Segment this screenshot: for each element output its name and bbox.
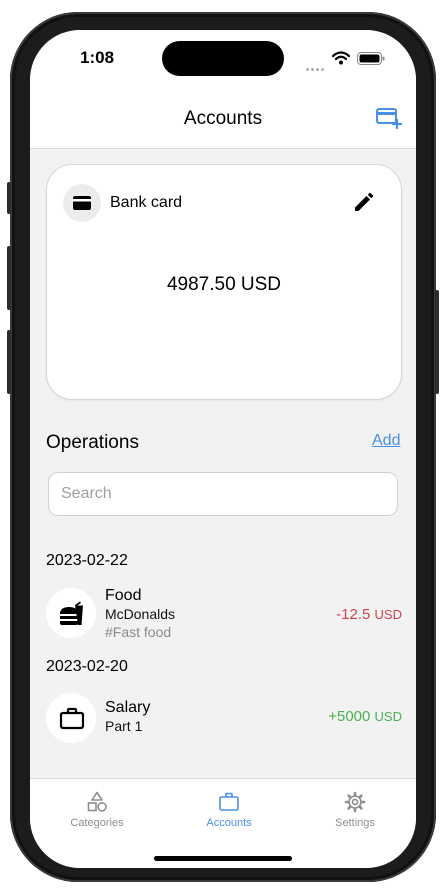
operation-row[interactable]: Food McDonalds #Fast food -12.5 USD xyxy=(46,586,402,642)
power-button xyxy=(435,290,439,394)
gear-icon xyxy=(344,791,366,813)
operation-amount: +5000 USD xyxy=(328,708,402,725)
dynamic-island xyxy=(162,41,284,76)
amount-value: +5000 xyxy=(328,708,371,725)
tab-settings[interactable]: Settings xyxy=(295,791,415,829)
operation-description: McDonalds xyxy=(105,606,176,622)
amount-value: -12.5 xyxy=(336,606,371,623)
operation-date: 2023-02-20 xyxy=(46,658,128,675)
card-plus-icon[interactable] xyxy=(376,107,402,129)
account-name: Bank card xyxy=(110,194,183,211)
battery-icon xyxy=(357,52,385,65)
account-balance: 4987.50 USD xyxy=(166,274,282,295)
operation-icon-wrap xyxy=(46,588,96,638)
operation-amount: -12.5 USD xyxy=(336,606,402,623)
tab-label: Categories xyxy=(70,817,124,829)
fastfood-icon xyxy=(60,601,83,625)
volume-down-button xyxy=(7,330,11,394)
tab-label: Accounts xyxy=(206,817,252,829)
wifi-icon xyxy=(332,51,350,65)
tab-bar: Categories Accounts Settings xyxy=(30,778,416,868)
credit-card-icon xyxy=(73,196,91,210)
operation-description: Part 1 xyxy=(105,718,143,734)
operation-category: Salary xyxy=(105,699,151,716)
briefcase-icon xyxy=(219,792,239,811)
operation-icon-wrap xyxy=(46,693,96,743)
page-title: Accounts xyxy=(183,108,263,129)
operation-row[interactable]: Salary Part 1 +5000 USD xyxy=(46,691,402,747)
screen: 1:08 Accounts Bank card 4987.50 USD Oper… xyxy=(30,30,416,868)
volume-up-button xyxy=(7,246,11,310)
add-operation-link[interactable]: Add xyxy=(372,432,400,450)
shapes-icon xyxy=(87,791,107,812)
search-input[interactable] xyxy=(48,472,398,516)
status-time: 1:08 xyxy=(80,48,115,67)
mute-switch xyxy=(7,182,11,214)
amount-currency: USD xyxy=(374,607,402,622)
navigation-bar: Accounts xyxy=(30,90,416,149)
amount-currency: USD xyxy=(374,709,402,724)
signal-dots-icon xyxy=(306,58,326,71)
tab-accounts[interactable]: Accounts xyxy=(169,791,289,829)
home-indicator[interactable] xyxy=(154,856,292,861)
account-card[interactable]: Bank card 4987.50 USD xyxy=(46,164,402,400)
briefcase-icon xyxy=(59,707,85,730)
tab-label: Settings xyxy=(335,817,375,829)
pencil-icon[interactable] xyxy=(352,192,374,214)
operation-category: Food xyxy=(105,587,142,604)
operation-date: 2023-02-22 xyxy=(46,552,128,569)
operation-tag: #Fast food xyxy=(105,624,172,640)
tab-categories[interactable]: Categories xyxy=(37,791,157,829)
status-bar: 1:08 xyxy=(30,30,416,90)
operations-title: Operations xyxy=(46,432,139,453)
card-icon-wrap xyxy=(63,184,101,222)
